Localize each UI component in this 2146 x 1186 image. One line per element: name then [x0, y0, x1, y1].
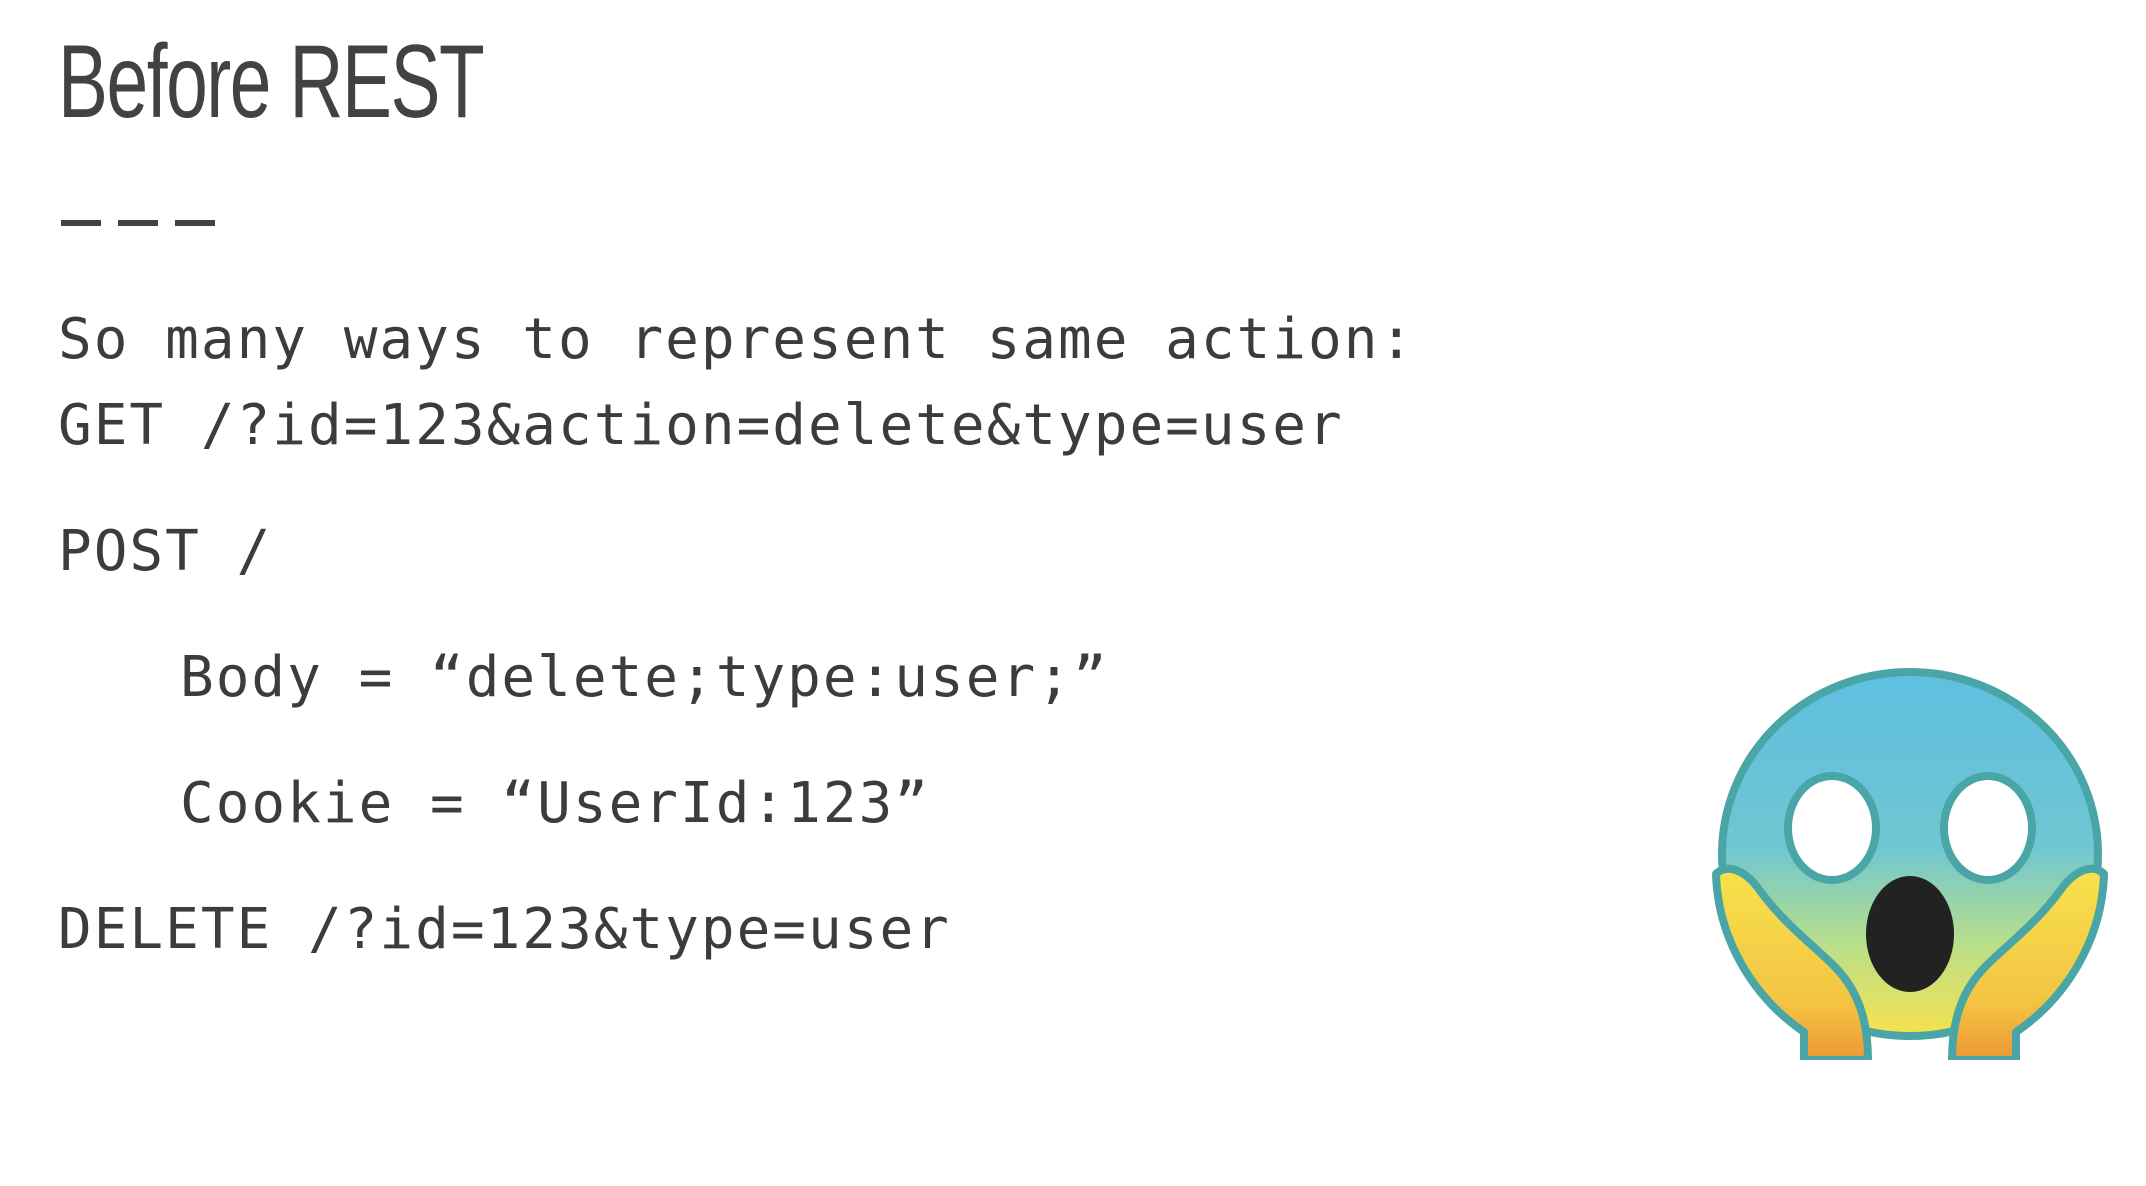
get-request-line: GET /?id=123&action=delete&type=user: [58, 393, 1344, 458]
intro-line: So many ways to represent same action:: [58, 307, 1416, 372]
slide: Before REST So many ways to represent sa…: [0, 0, 2146, 1186]
delete-request-line: DELETE /?id=123&type=user: [58, 897, 951, 962]
post-body-line: Body = “delete;type:user;”: [180, 645, 1109, 710]
face-screaming-in-fear-icon: [1712, 668, 2108, 1060]
post-cookie-line: Cookie = “UserId:123”: [180, 771, 931, 836]
title-divider: [61, 220, 222, 226]
slide-title: Before REST: [58, 24, 485, 140]
post-request-line: POST /: [58, 519, 273, 584]
